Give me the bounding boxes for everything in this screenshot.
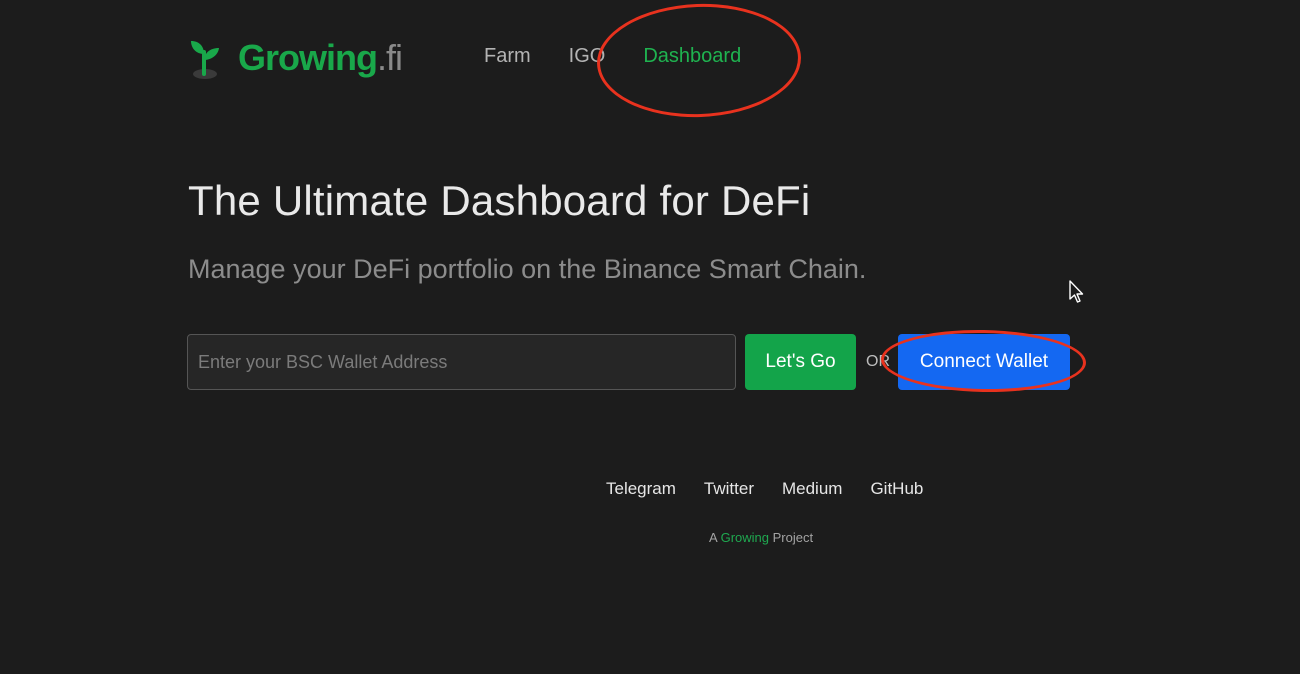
nav-farm[interactable]: Farm bbox=[484, 44, 531, 68]
footer-credit: A Growing Project bbox=[709, 530, 813, 546]
logo-wordmark: Growing bbox=[238, 37, 378, 78]
sprout-icon bbox=[191, 41, 219, 79]
page: Growing.fi Farm IGO Dashboard The Ultima… bbox=[0, 0, 1300, 674]
main-nav: Farm IGO Dashboard bbox=[484, 44, 779, 68]
footer-link-github[interactable]: GitHub bbox=[870, 479, 923, 499]
logo-tld: .fi bbox=[377, 37, 403, 78]
footer-link-twitter[interactable]: Twitter bbox=[704, 479, 754, 499]
footer-link-telegram[interactable]: Telegram bbox=[606, 479, 676, 499]
page-title: The Ultimate Dashboard for DeFi bbox=[188, 177, 811, 224]
logo-text: Growing.fi bbox=[238, 37, 403, 78]
credit-suffix: Project bbox=[772, 530, 814, 545]
wallet-address-input[interactable] bbox=[187, 334, 736, 390]
nav-igo[interactable]: IGO bbox=[569, 44, 606, 68]
footer-links: Telegram Twitter Medium GitHub bbox=[606, 479, 951, 499]
or-separator: OR bbox=[866, 353, 890, 370]
lets-go-button[interactable]: Let's Go bbox=[745, 334, 856, 390]
credit-prefix: A bbox=[709, 530, 717, 545]
nav-dashboard[interactable]: Dashboard bbox=[643, 44, 741, 68]
connect-wallet-button[interactable]: Connect Wallet bbox=[898, 334, 1070, 390]
mouse-pointer-icon bbox=[1069, 280, 1084, 303]
logo-link[interactable]: Growing.fi bbox=[188, 36, 403, 80]
footer-link-medium[interactable]: Medium bbox=[782, 479, 842, 499]
credit-brand-link[interactable]: Growing bbox=[721, 530, 769, 545]
page-subtitle: Manage your DeFi portfolio on the Binanc… bbox=[188, 254, 867, 284]
